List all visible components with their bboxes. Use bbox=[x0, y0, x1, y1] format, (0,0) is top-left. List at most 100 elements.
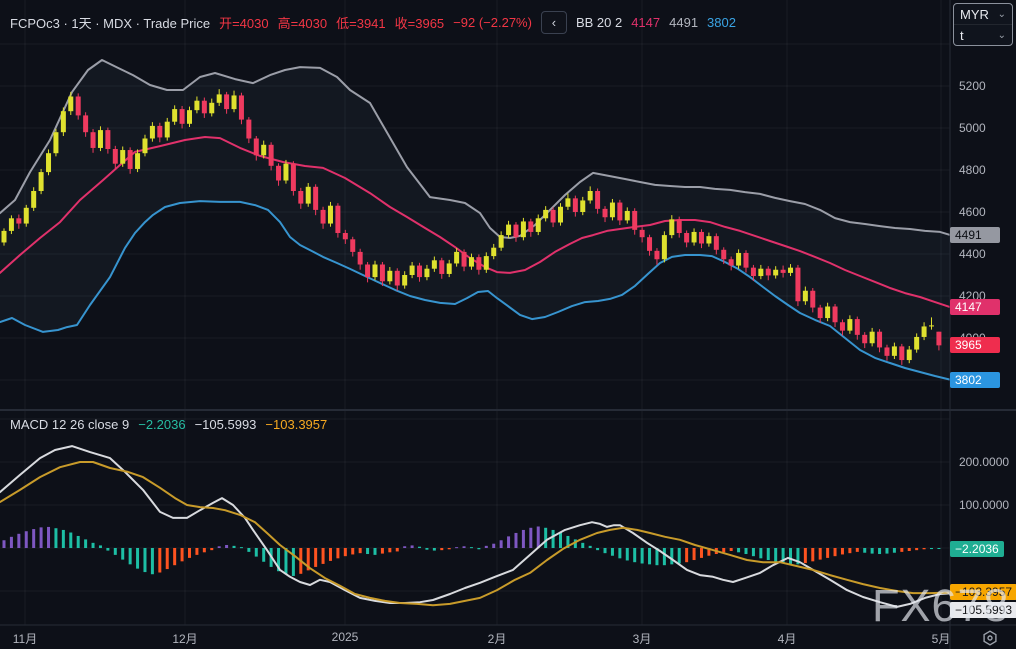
macd-histogram-bar bbox=[907, 548, 911, 552]
macd-histogram-bar bbox=[633, 548, 637, 563]
macd-histogram-bar bbox=[499, 540, 503, 548]
price-badge: 4491 bbox=[950, 226, 1000, 243]
candle-body bbox=[543, 209, 549, 219]
macd-histogram-bar bbox=[47, 526, 51, 548]
macd-histogram-bar bbox=[855, 548, 859, 552]
candle-body bbox=[327, 205, 333, 224]
price-axis[interactable]: 5200500048004600440042004000449141473965… bbox=[950, 0, 1016, 625]
macd-legend: MACD 12 26 close 9 −2.2036 −105.5993 −10… bbox=[10, 417, 327, 432]
macd-histogram-bar bbox=[380, 548, 384, 554]
candle-body bbox=[372, 264, 378, 278]
macd-badge: −2.2036 bbox=[950, 540, 1004, 557]
macd-histogram-bar bbox=[410, 545, 414, 548]
macd-histogram-bar bbox=[418, 546, 422, 548]
macd-histogram-bar bbox=[930, 548, 933, 550]
macd-histogram-bar bbox=[878, 548, 882, 555]
candle-body bbox=[624, 210, 630, 221]
candle-body bbox=[869, 331, 875, 344]
time-axis[interactable]: 11月 12月 2025 2月 3月 4月 5月 bbox=[0, 625, 1016, 649]
candle-body bbox=[765, 268, 771, 276]
candle-body bbox=[417, 265, 423, 278]
candle-body bbox=[520, 221, 526, 238]
candle-body bbox=[127, 150, 133, 169]
candle-body bbox=[498, 235, 504, 248]
macd-line bbox=[0, 445, 951, 608]
macd-histogram-bar bbox=[662, 548, 666, 566]
macd-histogram-bar bbox=[351, 548, 355, 555]
macd-histogram-bar bbox=[232, 545, 236, 548]
macd-histogram-bar bbox=[737, 548, 741, 553]
currency-unit-widget: MYR ⌄ t ⌄ bbox=[953, 3, 1013, 46]
candle-body bbox=[68, 96, 74, 112]
macd-histogram-bar bbox=[366, 548, 370, 555]
candle-body bbox=[617, 202, 623, 221]
candle-body bbox=[409, 265, 415, 275]
macd-indicator-title: MACD 12 26 close 9 bbox=[10, 417, 130, 432]
macd-histogram-bar bbox=[254, 548, 258, 557]
macd-histogram-bar bbox=[840, 548, 844, 555]
price-axis-label: 4800 bbox=[959, 163, 986, 177]
candle-body bbox=[698, 231, 704, 244]
macd-histogram-bar bbox=[32, 529, 36, 548]
macd-histogram-bar bbox=[885, 548, 889, 554]
candle-body bbox=[75, 96, 81, 116]
candle-body bbox=[535, 218, 541, 232]
macd-histogram-bar bbox=[98, 545, 102, 548]
macd-histogram-bar bbox=[596, 548, 600, 551]
candle-body bbox=[669, 219, 675, 236]
macd-signal-value: −103.3957 bbox=[265, 417, 328, 432]
candle-body bbox=[46, 153, 52, 173]
candle-body bbox=[802, 290, 808, 302]
macd-histogram-bar bbox=[262, 548, 266, 562]
chevron-left-icon: ‹ bbox=[551, 15, 557, 30]
price-badge: 3965 bbox=[950, 337, 1000, 354]
price-axis-label: 4600 bbox=[959, 205, 986, 219]
chevron-down-icon: ⌄ bbox=[997, 8, 1006, 20]
candle-body bbox=[135, 153, 141, 169]
candle-body bbox=[750, 267, 756, 277]
macd-histogram-bar bbox=[759, 548, 763, 559]
candle-body bbox=[713, 236, 719, 250]
macd-histogram-bar bbox=[180, 548, 184, 562]
macd-histogram-bar bbox=[9, 536, 13, 548]
candle-body bbox=[736, 252, 742, 266]
unit-dropdown[interactable]: t ⌄ bbox=[954, 24, 1012, 45]
macd-histogram-bar bbox=[69, 532, 73, 548]
macd-histogram-bar bbox=[529, 527, 533, 548]
candle-body bbox=[454, 251, 460, 264]
candle-body bbox=[558, 206, 563, 223]
candle-body bbox=[921, 326, 927, 337]
candle-body bbox=[847, 319, 853, 331]
candle-body bbox=[891, 346, 897, 356]
macd-histogram-bar bbox=[536, 526, 540, 548]
time-axis-label: 11月 bbox=[12, 632, 38, 646]
bb-lower-value: 3802 bbox=[707, 15, 736, 30]
macd-histogram-bar bbox=[640, 548, 644, 564]
ohlc-change: −92 (−2.27%) bbox=[453, 15, 532, 30]
candle-body bbox=[817, 307, 823, 319]
candle-body bbox=[402, 275, 408, 286]
candle-body bbox=[335, 205, 341, 233]
macd-histogram-bar bbox=[128, 548, 132, 565]
candle-body bbox=[224, 94, 230, 110]
macd-histogram-bar bbox=[625, 548, 629, 561]
macd-histogram-bar bbox=[818, 548, 822, 560]
currency-dropdown[interactable]: MYR ⌄ bbox=[954, 4, 1012, 24]
time-axis-label: 5月 bbox=[931, 632, 951, 646]
macd-histogram-bar bbox=[751, 548, 755, 557]
candle-body bbox=[780, 269, 786, 273]
symbol-legend: FCPOc3 · 1天 · MDX · Trade Price 开=4030 高… bbox=[10, 11, 736, 34]
symbol-title: FCPOc3 · 1天 · MDX · Trade Price bbox=[10, 16, 211, 31]
pane-settings-icon[interactable] bbox=[981, 629, 999, 647]
candle-body bbox=[439, 260, 445, 274]
macd-histogram-bar bbox=[870, 548, 874, 554]
macd-histogram-bar bbox=[603, 548, 607, 554]
bb-indicator-title: BB 20 2 bbox=[575, 15, 623, 30]
chart-canvas[interactable] bbox=[0, 0, 1016, 649]
macd-histogram-bar bbox=[217, 546, 221, 548]
candle-body bbox=[550, 209, 556, 223]
collapse-legend-button[interactable]: ‹ bbox=[540, 11, 567, 34]
candle-body bbox=[290, 163, 296, 191]
candle-body bbox=[365, 264, 371, 278]
macd-badge: −103.3957 bbox=[950, 584, 1016, 601]
